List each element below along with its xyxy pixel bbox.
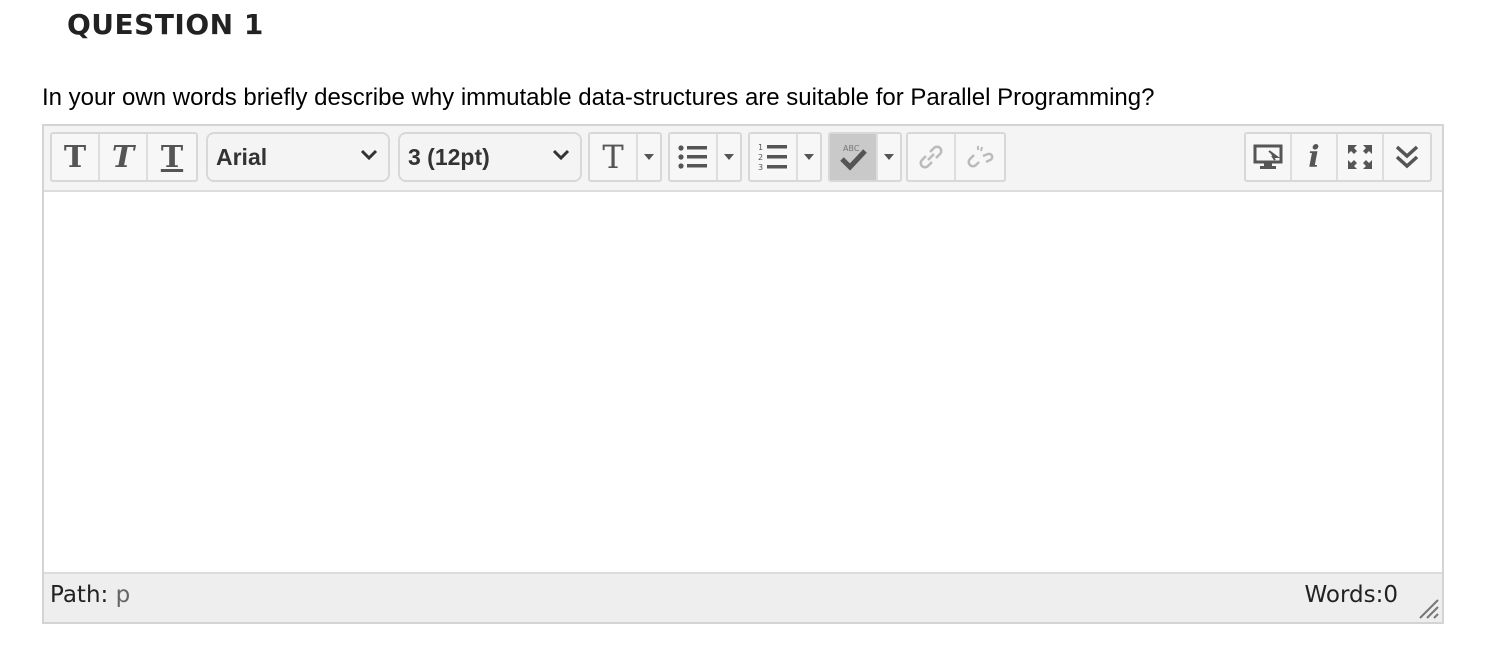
unlink-button[interactable] xyxy=(956,134,1004,180)
view-group: i xyxy=(1244,132,1432,182)
bullet-list-dropdown[interactable] xyxy=(718,134,740,180)
path-label: Path: xyxy=(50,582,109,608)
underline-button[interactable]: T xyxy=(148,134,196,180)
fullscreen-icon xyxy=(1348,145,1372,169)
editor-statusbar: Path: p Words:0 xyxy=(44,572,1442,622)
text-color-dropdown[interactable] xyxy=(638,134,660,180)
font-size-select[interactable]: 3 (12pt) xyxy=(398,132,582,182)
editor-toolbar: T T T Arial 3 (12pt) T 1 2 3 ABC i xyxy=(44,126,1442,192)
caret-down-icon xyxy=(884,154,894,160)
text-color-split-button: T xyxy=(588,132,662,182)
info-icon: i xyxy=(1308,139,1320,175)
more-icon xyxy=(1395,145,1419,169)
preview-button[interactable] xyxy=(1246,134,1292,180)
numbered-list-button[interactable]: 1 2 3 xyxy=(750,134,798,180)
chevron-down-icon xyxy=(360,149,378,161)
link-icon xyxy=(919,145,943,169)
bold-button[interactable]: T xyxy=(52,134,100,180)
bold-icon: T xyxy=(63,139,87,175)
text-color-button[interactable]: T xyxy=(590,134,638,180)
rich-text-editor: T T T Arial 3 (12pt) T 1 2 3 ABC i Path:… xyxy=(42,124,1444,624)
fullscreen-button[interactable] xyxy=(1338,134,1384,180)
font-family-select[interactable]: Arial xyxy=(206,132,390,182)
italic-icon: T xyxy=(111,139,135,175)
caret-down-icon xyxy=(724,154,734,160)
spellcheck-icon: ABC xyxy=(840,144,867,171)
font-family-value: Arial xyxy=(216,143,268,170)
info-button[interactable]: i xyxy=(1292,134,1338,180)
link-group xyxy=(906,132,1006,182)
numbered-list-dropdown[interactable] xyxy=(798,134,820,180)
bullet-list-split-button xyxy=(668,132,742,182)
resize-grip-icon[interactable] xyxy=(1416,596,1440,620)
more-button[interactable] xyxy=(1384,134,1430,180)
link-button[interactable] xyxy=(908,134,956,180)
caret-down-icon xyxy=(644,154,654,160)
spellcheck-label: ABC xyxy=(843,144,860,153)
spellcheck-button[interactable]: ABC xyxy=(830,134,878,180)
text-color-icon: T xyxy=(602,138,624,176)
svg-text:1: 1 xyxy=(758,143,763,152)
caret-down-icon xyxy=(804,154,814,160)
svg-text:2: 2 xyxy=(758,153,763,162)
spellcheck-dropdown[interactable] xyxy=(878,134,900,180)
numbered-list-split-button: 1 2 3 xyxy=(748,132,822,182)
spellcheck-split-button: ABC xyxy=(828,132,902,182)
bullet-list-icon xyxy=(678,145,707,169)
question-text: In your own words briefly describe why i… xyxy=(42,84,1155,111)
svg-text:3: 3 xyxy=(758,163,763,172)
underline-icon: T xyxy=(160,139,184,175)
chevron-down-icon xyxy=(552,149,570,161)
numbered-list-icon: 1 2 3 xyxy=(758,143,787,172)
editor-content-area[interactable] xyxy=(44,192,1442,574)
preview-icon xyxy=(1253,144,1283,169)
unlink-icon xyxy=(967,146,994,168)
font-size-value: 3 (12pt) xyxy=(408,143,490,170)
path-indicator: Path: p xyxy=(50,582,130,608)
question-title: QUESTION 1 xyxy=(67,8,264,41)
bullet-list-button[interactable] xyxy=(670,134,718,180)
italic-button[interactable]: T xyxy=(100,134,148,180)
text-style-group: T T T xyxy=(50,132,198,182)
word-count: Words:0 xyxy=(1304,582,1398,608)
path-value[interactable]: p xyxy=(116,582,131,608)
